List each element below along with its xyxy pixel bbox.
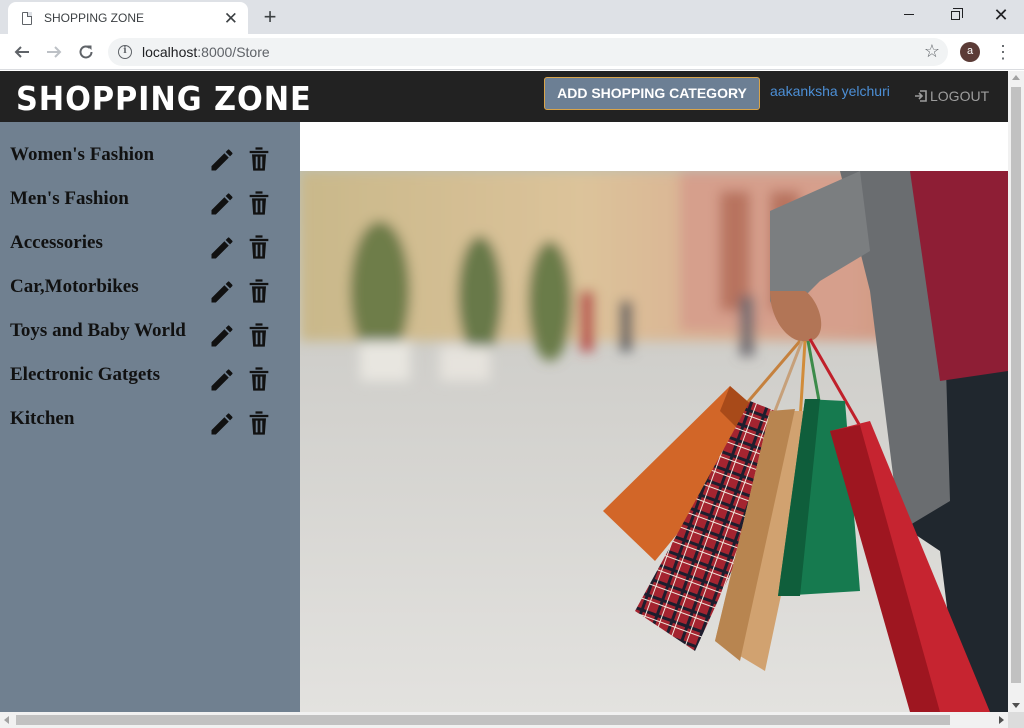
tab-title: SHOPPING ZONE xyxy=(44,11,145,25)
pencil-icon[interactable] xyxy=(208,366,236,394)
category-label[interactable]: Men's Fashion xyxy=(10,188,129,210)
scroll-left-icon[interactable] xyxy=(4,716,9,724)
app-header: SHOPPING ZONE ADD SHOPPING CATEGORY aaka… xyxy=(0,71,1008,122)
browser-tabstrip: SHOPPING ZONE ✕ + ✕ xyxy=(0,0,1024,34)
profile-avatar[interactable]: a xyxy=(960,42,980,62)
category-label[interactable]: Electronic Gatgets xyxy=(10,364,160,386)
category-item[interactable]: Car,Motorbikes xyxy=(0,276,300,320)
trash-icon[interactable] xyxy=(245,365,273,393)
brand-logo[interactable]: SHOPPING ZONE xyxy=(16,79,312,118)
trash-icon[interactable] xyxy=(245,409,273,437)
tab-close-icon[interactable]: ✕ xyxy=(224,10,238,27)
reload-icon xyxy=(79,45,93,59)
arrow-left-icon xyxy=(14,46,29,58)
vertical-scrollbar[interactable] xyxy=(1008,71,1024,712)
trash-icon[interactable] xyxy=(245,233,273,261)
pencil-icon[interactable] xyxy=(208,190,236,218)
browser-menu-icon[interactable]: ⋮ xyxy=(994,40,1012,64)
url-path: :8000/Store xyxy=(197,44,270,60)
logout-link[interactable]: LOGOUT xyxy=(914,88,989,104)
logout-icon xyxy=(915,90,927,102)
category-label[interactable]: Toys and Baby World xyxy=(10,320,186,342)
horizontal-scrollbar[interactable] xyxy=(0,712,1008,728)
pencil-icon[interactable] xyxy=(208,322,236,350)
category-item[interactable]: Accessories xyxy=(0,232,300,276)
reload-button[interactable] xyxy=(72,38,100,66)
pencil-icon[interactable] xyxy=(208,278,236,306)
arrow-right-icon xyxy=(47,46,62,58)
user-name-link[interactable]: aakanksha yelchuri xyxy=(770,83,890,99)
page-icon xyxy=(22,11,32,25)
restore-icon xyxy=(950,8,963,21)
window-restore-button[interactable] xyxy=(932,0,978,30)
category-item[interactable]: Toys and Baby World xyxy=(0,320,300,364)
vertical-scroll-thumb[interactable] xyxy=(1011,87,1021,683)
minimize-icon xyxy=(904,14,914,16)
trash-icon[interactable] xyxy=(245,321,273,349)
horizontal-scroll-thumb[interactable] xyxy=(16,715,950,725)
browser-tab[interactable]: SHOPPING ZONE ✕ xyxy=(8,2,248,34)
new-tab-button[interactable]: + xyxy=(258,5,282,29)
address-bar[interactable]: i localhost :8000/Store ☆ xyxy=(108,38,948,66)
category-item[interactable]: Men's Fashion xyxy=(0,188,300,232)
category-sidebar: Women's Fashion Men's Fashion Accessorie… xyxy=(0,122,300,712)
url-host: localhost xyxy=(142,44,198,60)
hero-shopping-bags-image xyxy=(300,171,1008,712)
scroll-down-icon[interactable] xyxy=(1012,703,1020,708)
category-label[interactable]: Accessories xyxy=(10,232,103,254)
scroll-up-icon[interactable] xyxy=(1012,75,1020,80)
trash-icon[interactable] xyxy=(245,145,273,173)
page-viewport: SHOPPING ZONE ADD SHOPPING CATEGORY aaka… xyxy=(0,71,1008,712)
scrollbar-corner xyxy=(1008,712,1024,728)
add-shopping-category-button[interactable]: ADD SHOPPING CATEGORY xyxy=(544,77,760,110)
category-item[interactable]: Women's Fashion xyxy=(0,144,300,188)
pencil-icon[interactable] xyxy=(208,410,236,438)
bookmark-star-icon[interactable]: ☆ xyxy=(924,41,940,62)
category-label[interactable]: Kitchen xyxy=(10,408,74,430)
category-label[interactable]: Women's Fashion xyxy=(10,144,154,166)
category-item[interactable]: Kitchen xyxy=(0,408,300,452)
back-button[interactable] xyxy=(8,38,36,66)
pencil-icon[interactable] xyxy=(208,234,236,262)
window-close-button[interactable]: ✕ xyxy=(978,0,1024,30)
pencil-icon[interactable] xyxy=(208,146,236,174)
info-icon[interactable]: i xyxy=(118,45,132,59)
trash-icon[interactable] xyxy=(245,189,273,217)
browser-toolbar: i localhost :8000/Store ☆ xyxy=(0,34,1024,70)
logout-label: LOGOUT xyxy=(930,88,990,104)
window-minimize-button[interactable] xyxy=(886,0,932,30)
forward-button[interactable] xyxy=(40,38,68,66)
scroll-right-icon[interactable] xyxy=(999,716,1004,724)
category-label[interactable]: Car,Motorbikes xyxy=(10,276,139,298)
trash-icon[interactable] xyxy=(245,277,273,305)
category-item[interactable]: Electronic Gatgets xyxy=(0,364,300,408)
